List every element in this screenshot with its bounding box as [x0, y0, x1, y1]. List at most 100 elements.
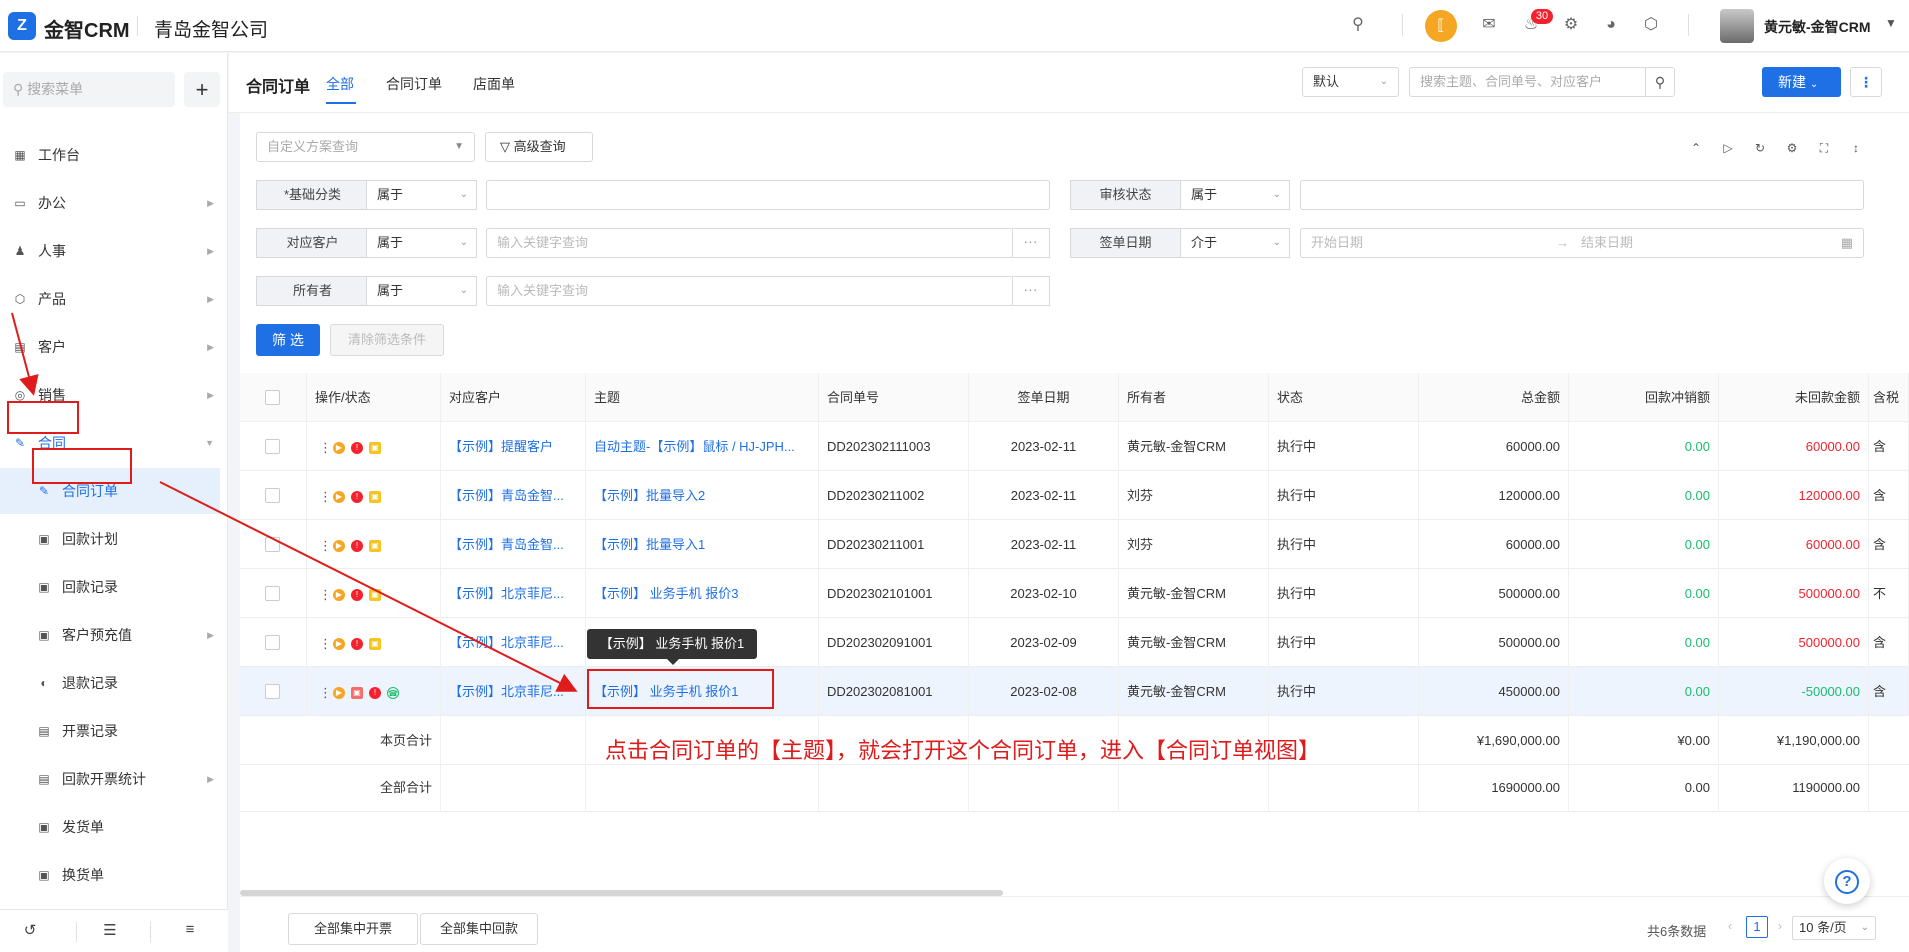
filter-input-owner[interactable]: 输入关键字查询	[486, 276, 1013, 306]
settings-icon[interactable]: ⚙	[1784, 141, 1800, 155]
inbox-icon[interactable]: ✉	[1478, 14, 1500, 36]
column-header[interactable]: 状态	[1269, 373, 1419, 422]
alert-icon[interactable]: !	[351, 539, 363, 552]
filter-op-audit[interactable]: 属于 ⌄	[1180, 180, 1290, 210]
filter-button[interactable]: 筛 选	[256, 324, 320, 356]
sidebar-item-stats[interactable]: ▤ 回款开票统计 ▶	[0, 756, 220, 802]
view-select[interactable]: 默认 ⌄	[1302, 67, 1399, 97]
cell-subject[interactable]: 【示例】批量导入2	[586, 471, 819, 520]
more-actions-icon[interactable]: ⋮	[319, 490, 332, 503]
sidebar-item-office[interactable]: ▭ 办公 ▶	[0, 180, 220, 226]
tab-contract-order[interactable]: 合同订单	[386, 74, 442, 94]
document-icon[interactable]: ▣	[369, 441, 381, 454]
table-row[interactable]: ⋮ ▶! ▣ 【示例】北京菲尼... 【示例】 业务手机 报价3 DD2023021010…	[240, 569, 1909, 618]
cell-customer[interactable]: 【示例】北京菲尼...	[441, 618, 586, 667]
table-row[interactable]: ⋮ ▶! ▣ 【示例】青岛金智... 【示例】批量导入1 DD20230211001 202…	[240, 520, 1909, 569]
cell-subject[interactable]: 自动主题-【示例】鼠标 / HJ-JPH...	[586, 422, 819, 471]
row-height-icon[interactable]: ↕	[1848, 141, 1864, 155]
cube-icon[interactable]: ⬡	[1640, 14, 1662, 36]
megaphone-icon[interactable]: ⟦	[1425, 10, 1457, 42]
column-header[interactable]: 合同单号	[819, 373, 969, 422]
search-button[interactable]: ⚲	[1645, 67, 1675, 97]
advanced-query-button[interactable]: ▽ 高级查询	[485, 132, 593, 162]
column-header[interactable]: 对应客户	[441, 373, 586, 422]
cell-subject[interactable]: 【示例】批量导入1	[586, 520, 819, 569]
sidebar-item-customer[interactable]: ▤ 客户 ▶	[0, 324, 220, 370]
clear-filter-button[interactable]: 清除筛选条件	[330, 324, 444, 356]
more-actions-icon[interactable]: ⋮	[319, 637, 332, 650]
help-button[interactable]: ?	[1824, 858, 1870, 904]
alert-icon[interactable]: !	[351, 490, 363, 503]
tab-store-order[interactable]: 店面单	[473, 74, 515, 94]
chevron-down-icon[interactable]: ▼	[1885, 16, 1897, 30]
tab-all[interactable]: 全部	[326, 74, 354, 94]
logo-icon[interactable]: Z	[8, 12, 36, 40]
column-header[interactable]: 总金额	[1419, 373, 1569, 422]
alert-icon[interactable]: !	[351, 441, 363, 454]
sidebar-item-exchange[interactable]: ▣ 换货单	[0, 852, 220, 898]
filter-op-sign-date[interactable]: 介于 ⌄	[1180, 228, 1290, 258]
play-status-icon[interactable]: ▶	[333, 588, 345, 601]
cell-subject[interactable]: 【示例】 业务手机 报价3	[586, 569, 819, 618]
column-header[interactable]: 所有者	[1119, 373, 1269, 422]
filter-op-customer[interactable]: 属于 ⌄	[366, 228, 477, 258]
page-number[interactable]: 1	[1746, 916, 1768, 938]
collapse-menu-icon[interactable]: ≡	[180, 921, 200, 938]
document-icon[interactable]: ▣	[369, 490, 381, 503]
user-name[interactable]: 黄元敏-金智CRM	[1764, 17, 1871, 37]
search-input[interactable]: 搜索主题、合同单号、对应客户	[1409, 67, 1646, 97]
add-menu-button[interactable]: +	[184, 72, 220, 107]
more-actions-icon[interactable]: ⋮	[319, 441, 332, 454]
avatar[interactable]	[1720, 9, 1754, 43]
sidebar-item-payment-record[interactable]: ▣ 回款记录	[0, 564, 220, 610]
prev-page-icon[interactable]: ‹	[1728, 919, 1732, 933]
row-checkbox[interactable]	[265, 488, 280, 503]
sliders-icon[interactable]: ☰	[100, 921, 120, 939]
fullscreen-icon[interactable]: ⛶	[1816, 141, 1832, 156]
menu-search-input[interactable]: ⚲ 搜索菜单	[3, 72, 175, 107]
select-all-checkbox[interactable]	[265, 390, 280, 405]
table-row[interactable]: ⋮ ▶! ▣ 【示例】提醒客户 自动主题-【示例】鼠标 / HJ-JPH... DD202…	[240, 422, 1909, 471]
sidebar-item-refund[interactable]: ◐ 退款记录	[0, 660, 220, 706]
bulk-invoice-button[interactable]: 全部集中开票	[288, 913, 418, 945]
headset-icon[interactable]: ☎	[387, 686, 399, 699]
sidebar-item-hr[interactable]: ♟ 人事 ▶	[0, 228, 220, 274]
filter-input-customer[interactable]: 输入关键字查询	[486, 228, 1013, 258]
column-header[interactable]: 回款冲销额	[1569, 373, 1719, 422]
alert-icon[interactable]: !	[351, 588, 363, 601]
cell-customer[interactable]: 【示例】青岛金智...	[441, 520, 586, 569]
filter-input-category[interactable]	[486, 180, 1050, 210]
gear-icon[interactable]: ⚙	[1560, 14, 1582, 36]
document-icon[interactable]: ▣	[369, 637, 381, 650]
more-button[interactable]: ⋮	[1850, 67, 1882, 97]
column-header[interactable]: 未回款金额	[1719, 373, 1869, 422]
filter-input-audit[interactable]	[1300, 180, 1864, 210]
cell-customer[interactable]: 【示例】青岛金智...	[441, 471, 586, 520]
document-icon[interactable]: ▣	[369, 588, 381, 601]
date-range-input[interactable]: 开始日期 → 结束日期 ▦	[1300, 228, 1864, 258]
play-status-icon[interactable]: ▶	[333, 539, 345, 552]
page-size-select[interactable]: 10 条/页 ⌄	[1792, 916, 1876, 940]
cell-customer[interactable]: 【示例】北京菲尼...	[441, 667, 586, 716]
column-header[interactable]: 签单日期	[969, 373, 1119, 422]
row-checkbox[interactable]	[265, 586, 280, 601]
more-actions-icon[interactable]: ⋮	[319, 539, 332, 552]
play-icon[interactable]: ▷	[1720, 141, 1736, 155]
play-status-icon[interactable]: ▶	[333, 637, 345, 650]
pie-chart-icon[interactable]: ◕	[1600, 14, 1622, 36]
customer-picker-button[interactable]: ···	[1012, 228, 1050, 258]
filter-op-owner[interactable]: 属于 ⌄	[366, 276, 477, 306]
sidebar-item-payment-plan[interactable]: ▣ 回款计划	[0, 516, 220, 562]
new-button[interactable]: 新建 ⌄	[1762, 67, 1841, 97]
history-icon[interactable]: ↺	[20, 921, 40, 939]
alert-icon[interactable]: !	[351, 637, 363, 650]
search-icon[interactable]: ⚲	[1347, 14, 1369, 36]
stamp-icon[interactable]: ▣	[351, 686, 363, 699]
column-header[interactable]: 含税	[1869, 373, 1909, 422]
row-checkbox[interactable]	[265, 439, 280, 454]
cell-customer[interactable]: 【示例】提醒客户	[441, 422, 586, 471]
sidebar-item-invoice[interactable]: ▤ 开票记录	[0, 708, 220, 754]
cell-customer[interactable]: 【示例】北京菲尼...	[441, 569, 586, 618]
alert-icon[interactable]: !	[369, 686, 381, 699]
table-row[interactable]: ⋮ ▶ ▣! ☎ 【示例】北京菲尼... 【示例】 业务手机 报价1 DD202302081…	[240, 667, 1909, 716]
